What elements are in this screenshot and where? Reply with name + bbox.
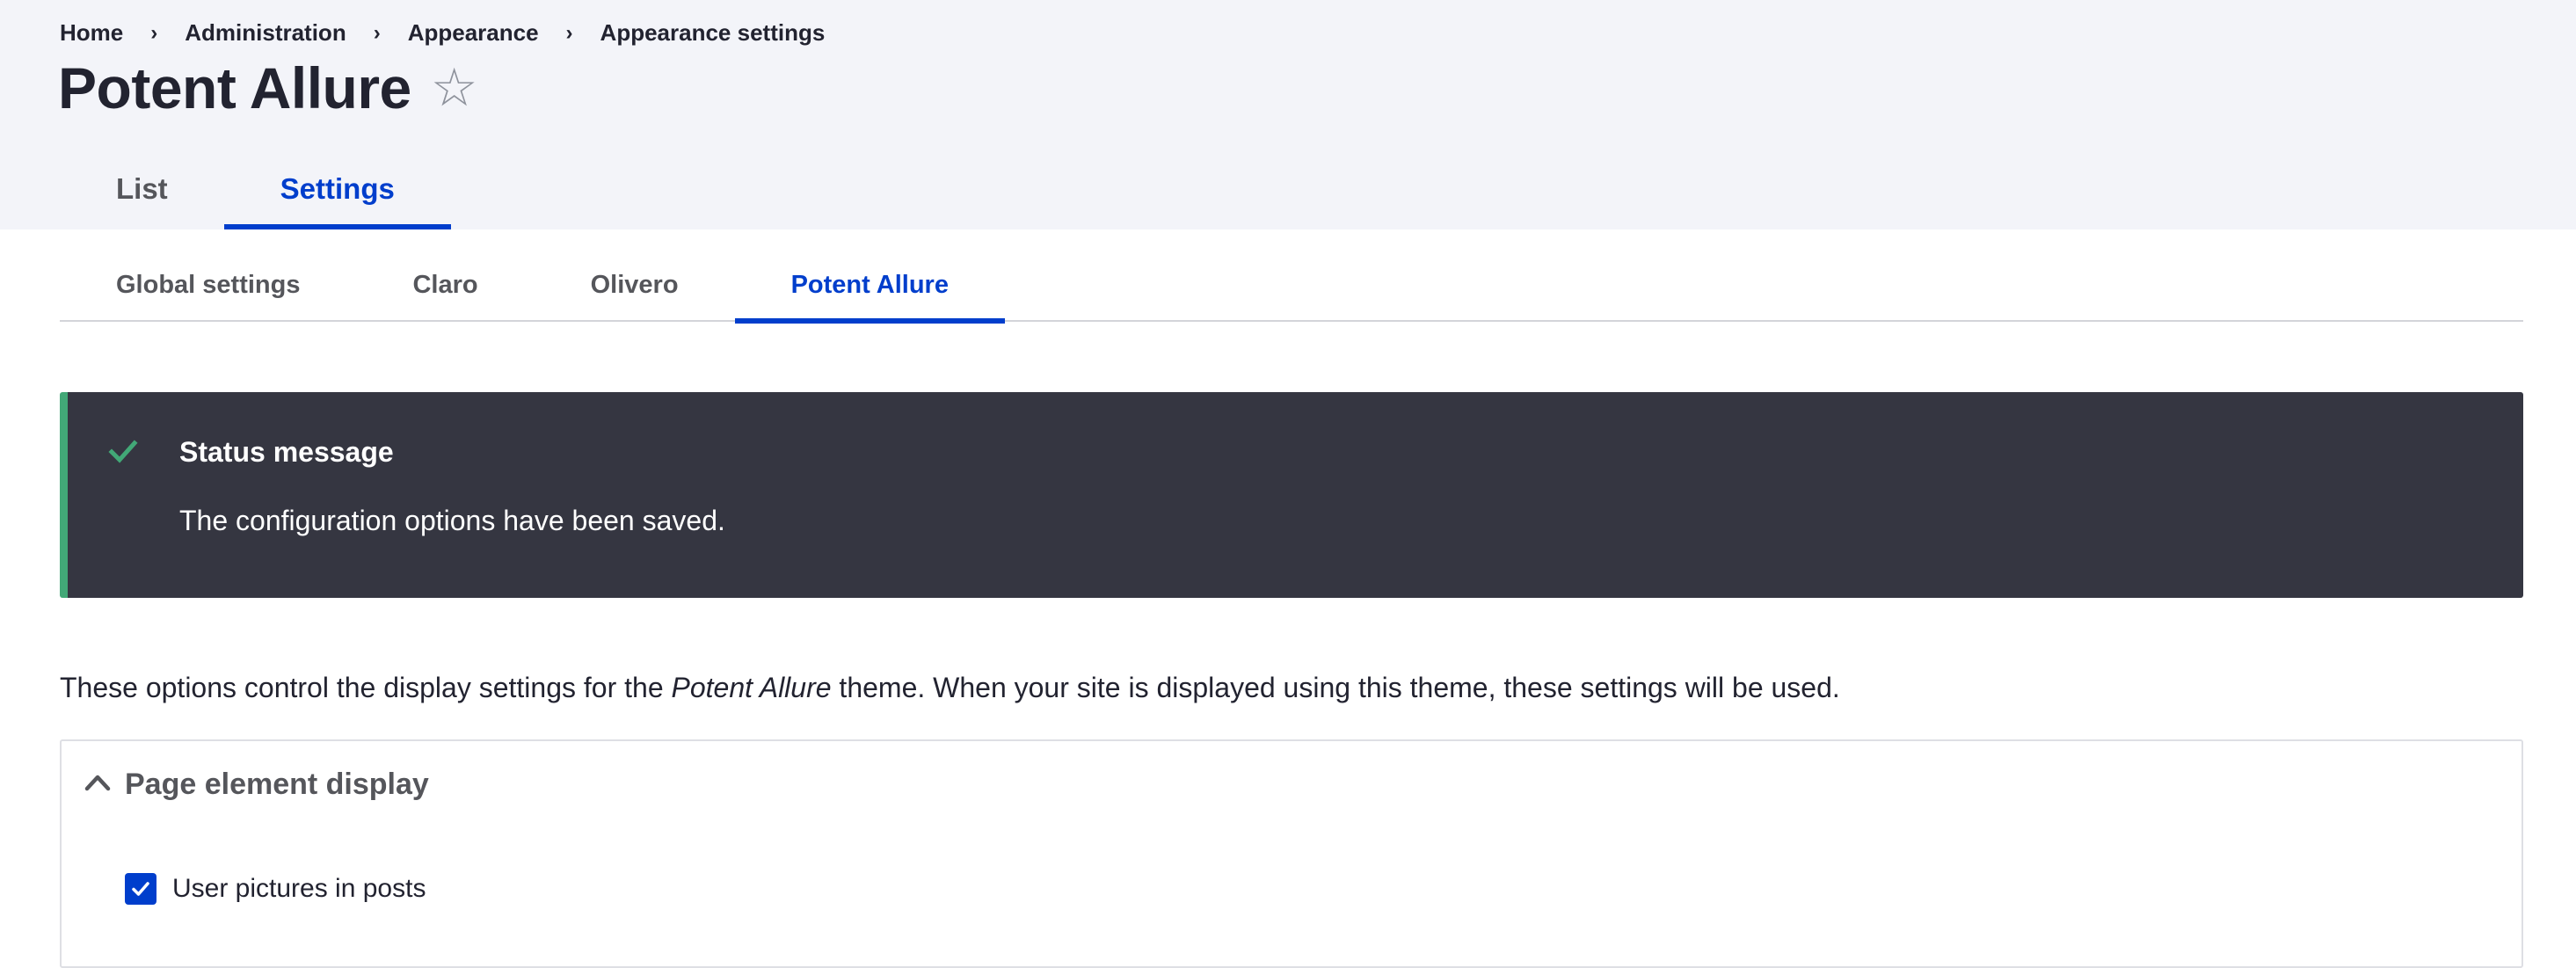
page-element-display-details: Page element display User pictures in po… <box>60 739 2523 968</box>
breadcrumb: Home › Administration › Appearance › App… <box>60 19 825 47</box>
intro-text: These options control the display settin… <box>60 672 1840 704</box>
breadcrumb-appearance[interactable]: Appearance <box>408 19 539 47</box>
title-row: Potent Allure ☆ <box>58 55 478 121</box>
page-element-display-summary[interactable]: Page element display <box>62 741 2521 829</box>
star-icon[interactable]: ☆ <box>431 62 478 114</box>
user-pictures-label[interactable]: User pictures in posts <box>172 874 426 904</box>
intro-before: These options control the display settin… <box>60 672 672 703</box>
intro-after: theme. When your site is displayed using… <box>831 672 1840 703</box>
breadcrumb-separator: › <box>373 20 381 45</box>
checkmark-icon <box>132 882 149 896</box>
tab-settings[interactable]: Settings <box>223 156 452 229</box>
page-title: Potent Allure <box>58 55 411 120</box>
breadcrumb-separator: › <box>565 20 573 45</box>
secondary-tabs: Global settings Claro Olivero Potent All… <box>60 255 2523 324</box>
breadcrumb-home[interactable]: Home <box>60 19 123 47</box>
status-text: The configuration options have been save… <box>179 505 725 536</box>
chevron-up-icon <box>84 775 111 791</box>
status-title: Status message <box>179 436 394 468</box>
page-element-display-label: Page element display <box>125 768 429 801</box>
page-header: Home › Administration › Appearance › App… <box>0 0 2576 229</box>
user-pictures-option: User pictures in posts <box>125 873 426 905</box>
user-pictures-checkbox[interactable] <box>125 873 156 905</box>
status-message: Status message The configuration options… <box>60 392 2523 598</box>
tab-list[interactable]: List <box>60 156 224 229</box>
tab-potent-allure[interactable]: Potent Allure <box>734 255 1006 324</box>
breadcrumb-separator: › <box>150 20 158 45</box>
tab-global-settings[interactable]: Global settings <box>60 255 356 322</box>
tab-olivero[interactable]: Olivero <box>535 255 735 322</box>
intro-theme-name: Potent Allure <box>671 672 832 703</box>
tab-claro[interactable]: Claro <box>356 255 534 322</box>
primary-tabs: List Settings <box>60 156 452 229</box>
breadcrumb-administration[interactable]: Administration <box>185 19 346 47</box>
check-icon <box>108 440 138 463</box>
breadcrumb-appearance-settings[interactable]: Appearance settings <box>600 19 826 47</box>
